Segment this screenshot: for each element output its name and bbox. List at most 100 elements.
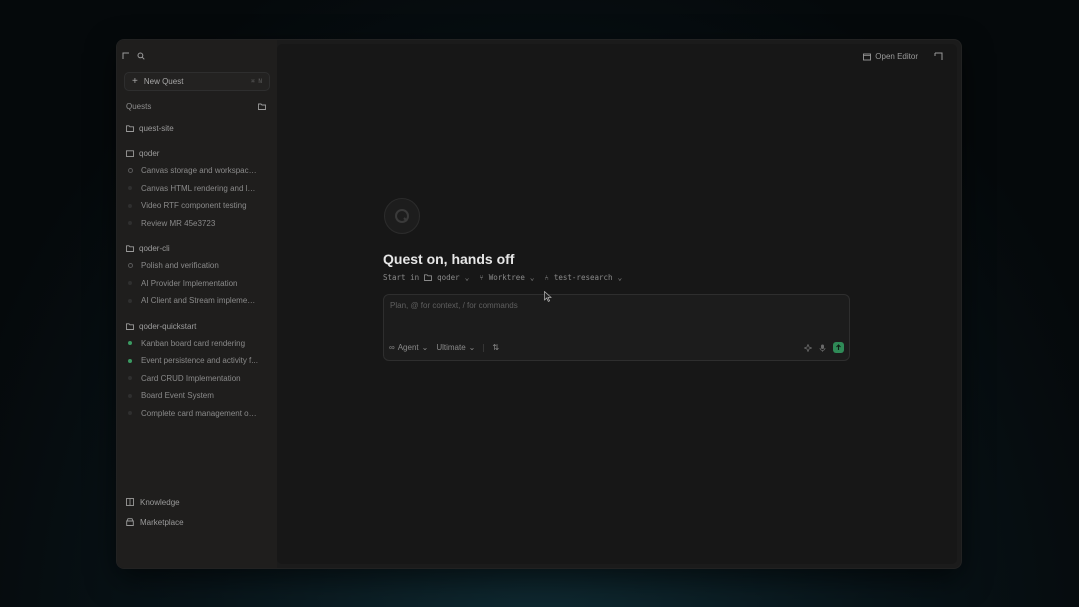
quest-title: Complete card management op...: [141, 408, 259, 418]
new-quest-shortcut: ⌘ N: [251, 78, 262, 85]
marketplace-label: Marketplace: [140, 517, 184, 527]
model-selector[interactable]: Ultimate ⌄: [436, 343, 475, 352]
folder-icon: [424, 274, 433, 281]
quest-title: AI Provider Implementation: [141, 278, 238, 288]
list-item[interactable]: Canvas storage and workspace ...: [126, 162, 272, 180]
status-idle-icon: [128, 393, 132, 398]
prompt-input[interactable]: Plan, @ for context, / for commands: [390, 301, 518, 310]
list-item[interactable]: AI Client and Stream implement...: [126, 292, 272, 310]
knowledge-link[interactable]: Knowledge: [126, 492, 184, 512]
toggle-panel-icon[interactable]: [934, 52, 943, 61]
context-button[interactable]: ⇅: [492, 343, 499, 352]
folder-icon: [126, 125, 134, 132]
status-idle-icon: [128, 376, 132, 381]
list-item[interactable]: Canvas HTML rendering and layout...: [126, 180, 272, 198]
mouse-cursor-icon: [544, 291, 552, 302]
start-in-label: Start in: [383, 273, 420, 282]
quest-start-panel: Quest on, hands off Start in qoder ⌄ ⑂ W…: [383, 198, 853, 361]
quest-title: Event persistence and activity f...: [141, 356, 258, 366]
qoder-logo-icon: [384, 198, 420, 234]
enhance-icon[interactable]: [804, 343, 812, 352]
app-window: + New Quest ⌘ N Quests quest-site qoder …: [117, 40, 961, 568]
status-idle-icon: [128, 221, 132, 226]
project-selector[interactable]: qoder: [437, 273, 460, 282]
group-name: quest-site: [139, 124, 174, 133]
quest-group: qoder Canvas storage and workspace ... C…: [126, 145, 272, 232]
status-running-icon: [128, 263, 133, 269]
plus-icon: +: [132, 76, 138, 87]
knowledge-label: Knowledge: [140, 497, 180, 507]
status-active-icon: [128, 341, 132, 346]
list-item[interactable]: AI Provider Implementation: [126, 275, 272, 293]
composer-actions: [804, 342, 844, 353]
quest-title: Kanban board card rendering: [141, 338, 246, 348]
list-item[interactable]: Polish and verification: [126, 257, 272, 275]
quest-group: quest-site: [126, 120, 272, 137]
group-name: qoder-cli: [139, 244, 170, 253]
group-header[interactable]: quest-site: [126, 120, 272, 137]
quest-title: Board Event System: [141, 391, 214, 401]
chevron-down-icon: ⌄: [464, 273, 470, 282]
sidebar-toolbar: [122, 52, 145, 60]
microphone-icon[interactable]: [819, 344, 826, 352]
quests-section-header: Quests: [126, 102, 266, 111]
status-idle-icon: [128, 203, 132, 208]
worktree-selector[interactable]: Worktree: [489, 273, 525, 282]
status-idle-icon: [128, 186, 132, 191]
list-item[interactable]: Review MR 45e3723: [126, 215, 272, 233]
store-icon: [126, 518, 134, 526]
send-button[interactable]: [833, 342, 844, 353]
folder-icon: [126, 150, 134, 157]
chevron-down-icon: ⌄: [529, 273, 535, 282]
group-header[interactable]: qoder-quickstart: [126, 318, 272, 335]
mode-selector[interactable]: ∞ Agent ⌄: [389, 343, 428, 352]
divider: [483, 343, 485, 352]
chevron-down-icon: ⌄: [617, 273, 623, 282]
quest-title: AI Client and Stream implement...: [141, 296, 259, 306]
group-name: qoder: [139, 149, 160, 158]
prompt-composer[interactable]: Plan, @ for context, / for commands ∞ Ag…: [383, 294, 850, 361]
quest-tree: quest-site qoder Canvas storage and work…: [126, 120, 272, 430]
status-idle-icon: [128, 298, 132, 303]
quest-group: qoder-cli Polish and verification AI Pro…: [126, 240, 272, 310]
model-label: Ultimate: [436, 343, 466, 352]
new-quest-label: New Quest: [143, 77, 184, 86]
quests-section-title: Quests: [126, 102, 152, 111]
quest-title: Canvas HTML rendering and layout...: [141, 183, 259, 193]
status-running-icon: [128, 168, 133, 174]
status-idle-icon: [128, 281, 132, 286]
quest-title: Video RTF component testing: [141, 201, 247, 211]
group-header[interactable]: qoder-cli: [126, 240, 272, 257]
search-icon[interactable]: [137, 52, 145, 60]
new-quest-button[interactable]: + New Quest ⌘ N: [124, 72, 270, 91]
quest-context-bar: Start in qoder ⌄ ⑂ Worktree ⌄ ⑃ test-res…: [383, 273, 853, 282]
list-item[interactable]: Kanban board card rendering: [126, 335, 272, 353]
list-item[interactable]: Complete card management op...: [126, 405, 272, 423]
arrow-up-icon: [836, 344, 841, 350]
toggle-sidebar-icon[interactable]: [122, 52, 130, 60]
chevron-down-icon: ⌄: [421, 343, 429, 352]
list-item[interactable]: Video RTF component testing: [126, 197, 272, 215]
group-header[interactable]: qoder: [126, 145, 272, 162]
list-item[interactable]: Card CRUD Implementation: [126, 370, 272, 388]
quest-group: qoder-quickstart Kanban board card rende…: [126, 318, 272, 423]
chevron-down-icon: ⌄: [468, 343, 476, 352]
composer-toolbar: ∞ Agent ⌄ Ultimate ⌄ ⇅: [389, 342, 844, 353]
list-item[interactable]: Board Event System: [126, 387, 272, 405]
open-editor-label: Open Editor: [875, 52, 918, 61]
status-idle-icon: [128, 411, 132, 416]
folder-icon: [126, 245, 134, 252]
list-item[interactable]: Event persistence and activity f...: [126, 352, 272, 370]
quest-title: Review MR 45e3723: [141, 218, 216, 228]
folder-icon: [126, 322, 134, 330]
sidebar-footer: Knowledge Marketplace: [126, 492, 184, 532]
marketplace-link[interactable]: Marketplace: [126, 512, 184, 532]
editor-icon: [863, 53, 872, 61]
branch-selector[interactable]: test-research: [554, 273, 613, 282]
page-title: Quest on, hands off: [383, 251, 515, 267]
status-active-icon: [128, 358, 132, 363]
add-folder-icon[interactable]: [258, 103, 266, 110]
open-editor-button[interactable]: Open Editor: [863, 52, 918, 61]
quest-title: Canvas storage and workspace ...: [141, 166, 259, 176]
quest-title: Polish and verification: [141, 261, 219, 271]
